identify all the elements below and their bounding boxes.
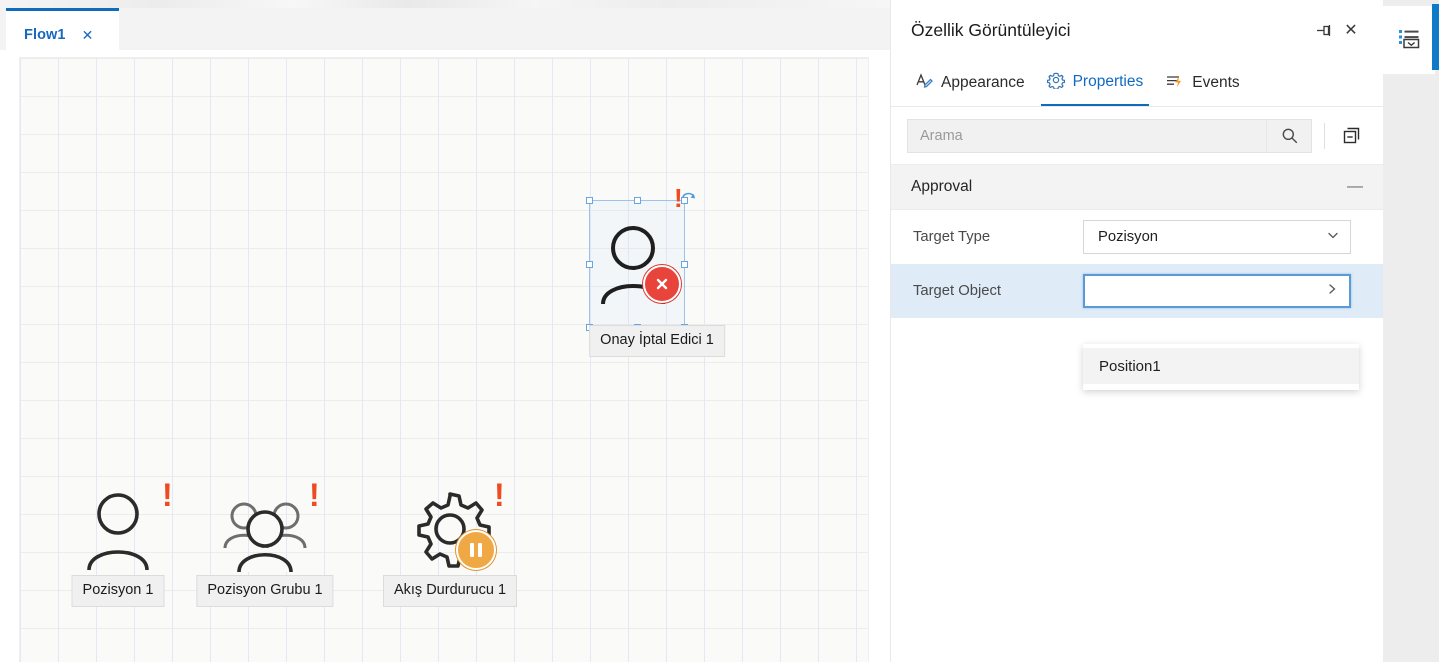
search-icon[interactable] [1266, 120, 1311, 152]
search-input[interactable] [908, 120, 1266, 152]
node-position-group-label: Pozisyon Grubu 1 [196, 575, 333, 607]
node-approval-canceller[interactable]: ! Onay İptal Edici 1 [585, 193, 685, 328]
flow-canvas[interactable]: ! Onay İptal Edici 1 [20, 58, 868, 662]
property-group-approval[interactable]: Approval — [891, 164, 1383, 210]
pause-badge [456, 530, 496, 570]
property-row-target-object[interactable]: Target Object [891, 264, 1383, 318]
panel-tabstrip: Appearance Properties [891, 60, 1383, 107]
node-position-group-glyph [215, 483, 315, 575]
target-object-lookup[interactable] [1083, 274, 1351, 308]
rail-button-form-list[interactable] [1383, 6, 1435, 74]
tab-events-label: Events [1192, 74, 1239, 92]
property-viewer-panel: Özellik Görüntüleyici ✕ Appearance [890, 0, 1383, 662]
panel-title: Özellik Görüntüleyici [911, 20, 1309, 41]
close-icon[interactable]: ✕ [82, 28, 94, 42]
tab-appearance[interactable]: Appearance [909, 60, 1031, 106]
property-row-target-type-label: Target Type [913, 229, 1083, 245]
pause-bar [478, 543, 482, 557]
node-approval-canceller-label: Onay İptal Edici 1 [589, 325, 725, 357]
node-position-glyph [68, 483, 168, 575]
error-x-badge [643, 265, 681, 303]
collapse-all-icon[interactable] [1337, 122, 1365, 150]
property-row-target-type[interactable]: Target Type Pozisyon [891, 210, 1383, 264]
tab-flow1-label: Flow1 [24, 27, 66, 43]
search-toolbar [891, 107, 1383, 164]
close-icon [654, 276, 670, 292]
target-object-dropdown[interactable]: Position1 [1083, 344, 1359, 390]
node-approval-canceller-glyph [585, 193, 685, 328]
node-position-label: Pozisyon 1 [72, 575, 165, 607]
tab-properties-label: Properties [1073, 73, 1144, 91]
tab-events[interactable]: Events [1159, 60, 1245, 106]
pause-bar [470, 543, 474, 557]
panel-header: Özellik Görüntüleyici ✕ [891, 0, 1383, 60]
search-box[interactable] [907, 119, 1312, 153]
gear-icon [1047, 71, 1065, 94]
tab-appearance-label: Appearance [941, 74, 1025, 92]
tab-properties[interactable]: Properties [1041, 60, 1150, 106]
property-group-title: Approval [911, 178, 1347, 196]
lightning-list-icon [1165, 72, 1184, 95]
node-flow-stopper[interactable]: ! Akış Durdurucu 1 [400, 483, 500, 575]
right-rail [1383, 0, 1439, 662]
toolbar-divider [1324, 123, 1325, 149]
flow-designer: Flow1 ✕ [0, 0, 890, 662]
people-group-icon [217, 486, 313, 572]
appearance-pen-icon [915, 72, 933, 95]
property-row-target-object-label: Target Object [913, 283, 1083, 299]
node-flow-stopper-label: Akış Durdurucu 1 [383, 575, 517, 607]
form-list-icon [1396, 25, 1422, 56]
window-chrome-strip [0, 0, 890, 8]
target-type-combobox[interactable]: Pozisyon [1083, 220, 1351, 254]
close-icon[interactable]: ✕ [1337, 16, 1365, 44]
dropdown-item-label: Position1 [1099, 358, 1161, 375]
node-flow-stopper-glyph [400, 483, 500, 575]
vertical-scrollbar[interactable] [1432, 4, 1439, 70]
node-position[interactable]: ! Pozisyon 1 [68, 483, 168, 575]
dropdown-item-position1[interactable]: Position1 [1083, 348, 1359, 384]
minus-icon[interactable]: — [1347, 179, 1363, 195]
person-icon [78, 486, 158, 572]
chevron-down-icon[interactable] [1326, 228, 1340, 247]
pin-icon[interactable] [1309, 16, 1337, 44]
target-type-value: Pozisyon [1098, 229, 1326, 245]
canvas-viewport[interactable]: ! Onay İptal Edici 1 [0, 50, 890, 662]
application-window: Flow1 ✕ [0, 0, 1439, 662]
node-position-group[interactable]: ! Pozisyon Grubu 1 [215, 483, 315, 575]
chevron-right-icon[interactable] [1325, 282, 1339, 301]
